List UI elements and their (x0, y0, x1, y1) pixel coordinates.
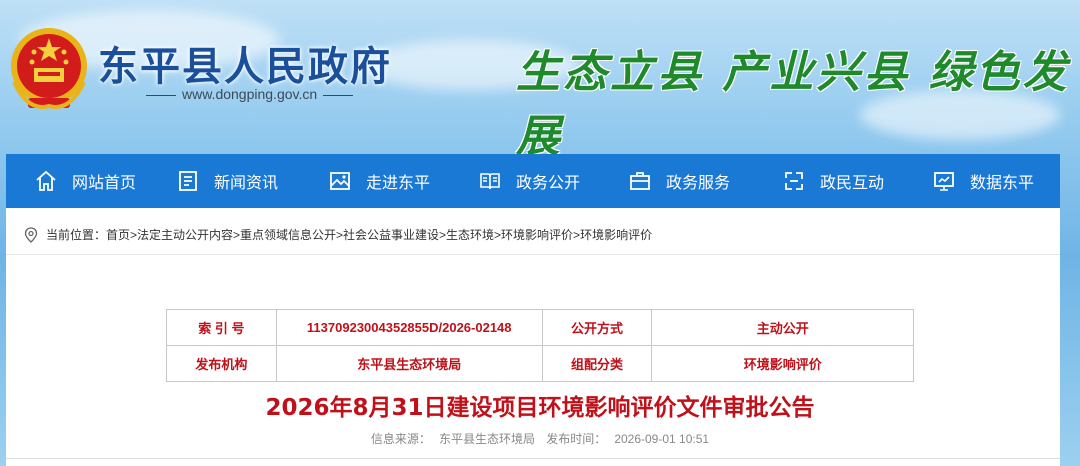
meta-label-method: 公开方式 (541, 309, 653, 346)
meta-value-index: 11370923004352855D/2026-02148 (275, 309, 543, 346)
location-pin-icon (24, 226, 38, 243)
nav-item-data[interactable]: 数据东平 (932, 169, 1052, 193)
nav-item-interaction[interactable]: 政民互动 (782, 169, 932, 193)
site-url: www.dongping.gov.cn (140, 86, 359, 102)
nav-item-label: 政务服务 (666, 173, 731, 192)
nav-item-label: 新闻资讯 (214, 173, 279, 192)
meta-label-publisher: 发布机构 (166, 345, 277, 382)
meta-label-index: 索 引 号 (166, 309, 277, 346)
home-icon (36, 170, 56, 191)
nav-item-label: 数据东平 (970, 173, 1035, 192)
briefcase-icon (630, 172, 650, 190)
slogan: 生态立县 产业兴县 绿色发展 (516, 47, 1070, 162)
site-title[interactable]: 东平县人民政府 (98, 34, 392, 92)
site-header: 东平县人民政府 www.dongping.gov.cn 生态立县 产业兴县 绿色… (0, 0, 1080, 162)
interaction-icon (785, 172, 803, 190)
meta-label-category: 组配分类 (541, 345, 653, 382)
content-panel: 当前位置： 首页>法定主动公开内容>重点领域信息公开>社会公益事业建设>生态环境… (6, 208, 1060, 466)
breadcrumb-path[interactable]: 首页>法定主动公开内容>重点领域信息公开>社会公益事业建设>生态环境>环境影响评… (106, 226, 652, 243)
breadcrumb-prefix: 当前位置： (46, 228, 107, 242)
source-value: 东平县生态环境局 (438, 432, 535, 446)
monitor-icon (934, 172, 954, 191)
document-meta-table: 索 引 号 11370923004352855D/2026-02148 公开方式… (166, 309, 914, 382)
article-title: 2026年8月31日建设项目环境影响评价文件审批公告 (265, 395, 815, 421)
breadcrumb: 当前位置： 首页>法定主动公开内容>重点领域信息公开>社会公益事业建设>生态环境… (24, 226, 652, 243)
time-value: 2026-09-01 10:51 (614, 432, 710, 446)
meta-value-category: 环境影响评价 (651, 345, 914, 382)
nav-item-home[interactable]: 网站首页 (34, 169, 176, 193)
national-emblem-icon (8, 22, 90, 114)
article-info: 信息来源： 东平县生态环境局 发布时间： 2026-09-01 10:51 (6, 430, 1074, 447)
meta-value-publisher: 东平县生态环境局 (275, 345, 543, 382)
divider (6, 254, 1060, 255)
nav-item-news[interactable]: 新闻资讯 (176, 169, 328, 193)
image-icon (330, 172, 350, 190)
nav-item-label: 政民互动 (820, 173, 885, 192)
time-label: 发布时间： (546, 432, 607, 446)
nav-item-label: 政务公开 (516, 173, 581, 192)
nav-item-about[interactable]: 走进东平 (328, 169, 478, 193)
divider (6, 458, 1060, 459)
nav-item-label: 网站首页 (72, 173, 137, 192)
source-label: 信息来源： (370, 432, 431, 446)
nav-item-gov-service[interactable]: 政务服务 (628, 169, 782, 193)
news-icon (179, 171, 197, 191)
main-nav: 网站首页 新闻资讯 走进东平 政务公开 政务服务 政民互动 数据东平 (6, 154, 1060, 208)
meta-value-method: 主动公开 (651, 309, 914, 346)
book-icon (480, 173, 500, 190)
nav-item-gov-open[interactable]: 政务公开 (478, 169, 628, 193)
nav-item-label: 走进东平 (366, 173, 431, 192)
